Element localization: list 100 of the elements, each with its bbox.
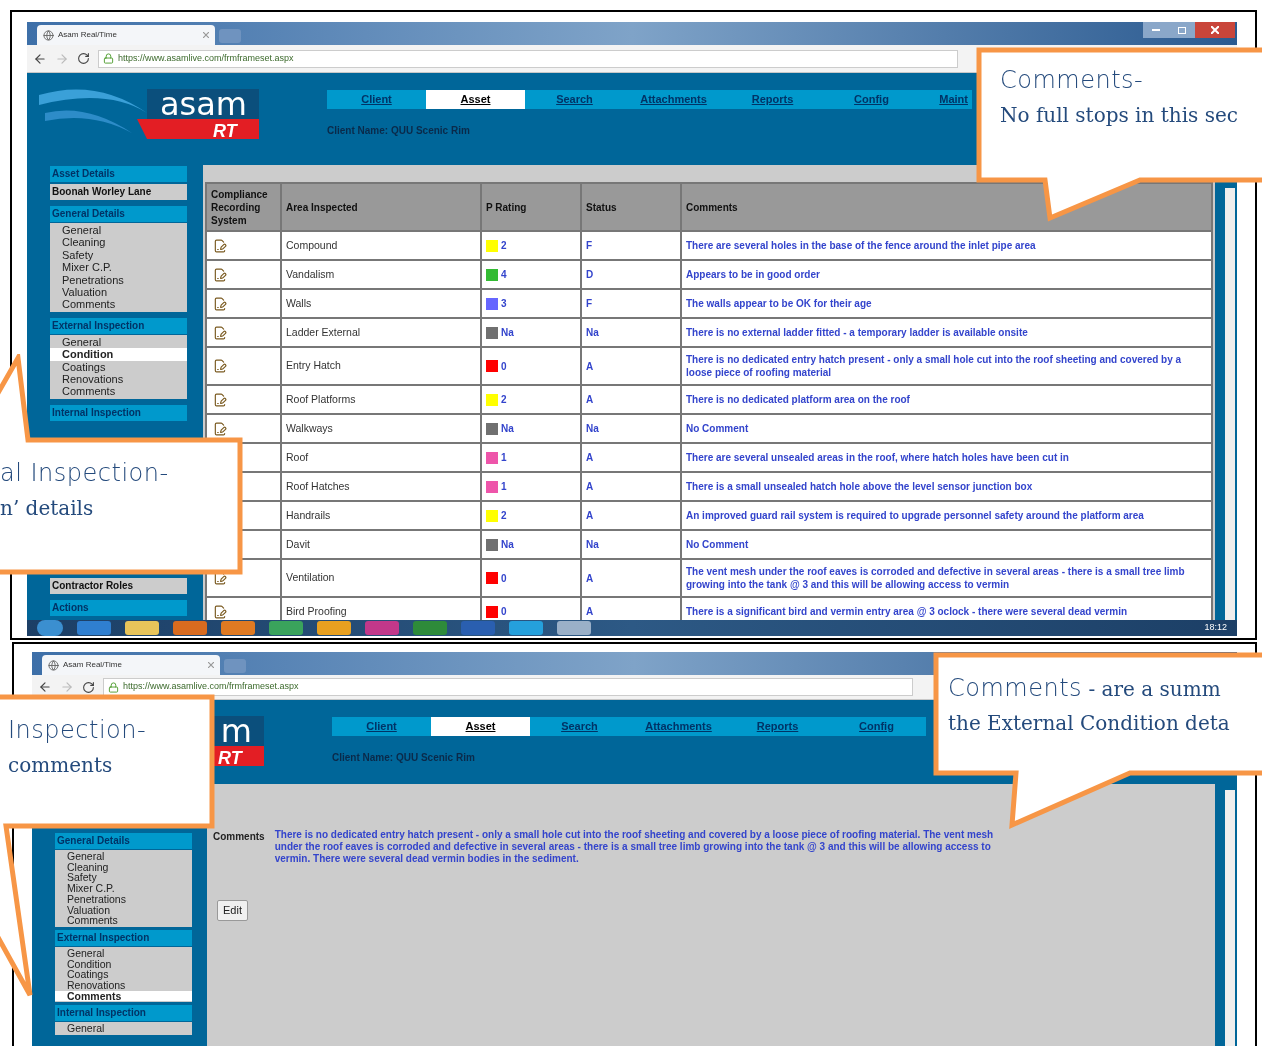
rating-value: 2 — [501, 509, 507, 523]
edit-button[interactable]: Edit — [217, 900, 248, 921]
close-icon[interactable] — [203, 32, 209, 38]
sidebar-link[interactable]: Coatings — [50, 360, 187, 374]
sidebar-link[interactable]: Comments — [55, 990, 192, 1002]
document-pencil-icon[interactable] — [213, 325, 227, 340]
sidebar-link[interactable]: General — [55, 1023, 192, 1035]
sidebar-link[interactable]: Cleaning — [50, 236, 187, 249]
app-icon[interactable] — [269, 621, 303, 635]
sidebar-section-header[interactable]: Asset Details — [50, 166, 187, 182]
minimize-button[interactable] — [1143, 22, 1169, 38]
nav-tab[interactable]: Config — [822, 90, 921, 109]
app-icon[interactable] — [509, 621, 543, 635]
maximize-button[interactable] — [1169, 22, 1195, 38]
sidebar-section-header[interactable]: External Inspection — [55, 929, 192, 946]
comment-cell: There is no dedicated platform area on the roof — [681, 385, 1212, 414]
sidebar-item[interactable]: Boonah Worley Lane — [50, 184, 187, 200]
sidebar-link[interactable]: Mixer C.P. — [50, 261, 187, 274]
globe-icon — [48, 659, 59, 671]
nav-tab[interactable]: Client — [327, 90, 426, 109]
app-icon[interactable] — [317, 621, 351, 635]
scrollbar[interactable] — [1225, 790, 1235, 1046]
sidebar-section-header[interactable]: Internal Inspection — [50, 404, 187, 421]
app-icon[interactable] — [173, 621, 207, 635]
forward-icon[interactable] — [60, 680, 74, 694]
comment-cell: An improved guard rail system is required to upgrade personnel safety around the platform area — [681, 501, 1212, 530]
address-field[interactable]: https://www.asamlive.com/frmframeset.aspx — [98, 49, 958, 68]
scrollbar[interactable] — [1225, 188, 1235, 620]
nav-tab[interactable]: Search — [525, 90, 624, 109]
sidebar-link[interactable]: Mixer C.P. — [55, 883, 192, 894]
nav-tab[interactable]: Asset — [431, 717, 530, 736]
sidebar-section-header[interactable]: Actions — [50, 600, 187, 616]
nav-tab[interactable]: Reports — [728, 717, 827, 736]
reload-icon[interactable] — [82, 680, 95, 694]
sidebar-link[interactable]: Valuation — [50, 286, 187, 299]
sidebar-link[interactable]: Renovations — [55, 980, 192, 991]
document-pencil-icon[interactable] — [213, 604, 227, 619]
reload-icon[interactable] — [77, 52, 90, 65]
sidebar-link[interactable]: General — [50, 224, 187, 237]
close-icon[interactable] — [208, 662, 214, 668]
forward-icon[interactable] — [55, 51, 69, 66]
sidebar-link[interactable]: Penetrations — [50, 273, 187, 287]
app-icon[interactable] — [365, 621, 399, 635]
nav-tab[interactable]: Reports — [723, 90, 822, 109]
sidebar-link[interactable]: Comments — [50, 298, 187, 311]
nav-tab[interactable]: Search — [530, 717, 629, 736]
app-icon[interactable] — [413, 621, 447, 635]
callout-text: n’ details — [0, 495, 94, 522]
nav-tab[interactable]: Attachments — [624, 90, 723, 109]
document-pencil-icon[interactable] — [213, 238, 227, 253]
sidebar-item[interactable]: Contractor Roles — [50, 578, 187, 594]
nav-tab[interactable]: Config — [827, 717, 926, 736]
address-field[interactable]: https://www.asamlive.com/frmframeset.aspx — [103, 678, 913, 696]
app-icon[interactable] — [77, 621, 111, 635]
nav-tab[interactable]: Maint — [921, 90, 972, 109]
callout-text: comments — [8, 752, 113, 779]
document-pencil-icon[interactable] — [213, 267, 227, 282]
table-cell: Entry Hatch — [281, 347, 481, 385]
sidebar-link[interactable]: Cleaning — [55, 861, 192, 873]
sidebar-link[interactable]: Coatings — [55, 969, 192, 981]
sidebar-link[interactable]: General — [55, 947, 192, 959]
sidebar-link[interactable]: Penetrations — [55, 893, 192, 905]
sidebar-link[interactable]: General — [55, 851, 192, 862]
sidebar-link[interactable]: Renovations — [50, 373, 187, 386]
callout-heading: al Inspection- — [0, 458, 169, 489]
document-pencil-icon[interactable] — [213, 392, 227, 407]
app-icon[interactable] — [125, 621, 159, 635]
app-icon[interactable] — [557, 621, 591, 635]
field-label: Comments — [213, 830, 265, 844]
comment-cell: There is no external ladder fitted - a temporary ladder is available onsite — [681, 318, 1212, 347]
start-icon[interactable] — [37, 620, 63, 636]
rating-value: 1 — [501, 451, 507, 465]
globe-icon — [43, 29, 54, 41]
document-pencil-icon[interactable] — [213, 421, 227, 436]
sidebar-section-header[interactable]: General Details — [50, 206, 187, 222]
back-icon[interactable] — [38, 680, 52, 694]
document-pencil-icon[interactable] — [213, 359, 227, 373]
close-icon — [1211, 26, 1219, 34]
browser-tab[interactable]: Asam Real/Time — [37, 25, 215, 45]
tab-title: Asam Real/Time — [58, 29, 118, 41]
sidebar-section-header[interactable]: General Details — [55, 833, 192, 849]
document-pencil-icon[interactable] — [213, 296, 227, 311]
sidebar-section-header[interactable]: External Inspection — [50, 317, 187, 334]
sidebar-link[interactable]: Valuation — [55, 904, 192, 916]
nav-tab[interactable]: Client — [332, 717, 431, 736]
sidebar-link[interactable]: General — [50, 335, 187, 349]
sidebar-link[interactable]: Condition — [50, 348, 187, 361]
sidebar-link[interactable]: Comments — [55, 915, 192, 926]
table-cell: Na — [581, 318, 681, 347]
sidebar-link[interactable]: Comments — [50, 385, 187, 398]
browser-tab[interactable]: Asam Real/Time — [42, 655, 220, 675]
close-button[interactable] — [1195, 22, 1235, 38]
sidebar-link[interactable]: Safety — [50, 248, 187, 262]
table-cell: A — [581, 347, 681, 385]
nav-tab[interactable]: Asset — [426, 90, 525, 109]
sidebar-link[interactable]: Safety — [55, 872, 192, 884]
sidebar-link[interactable]: Condition — [55, 958, 192, 970]
nav-tab[interactable]: Attachments — [629, 717, 728, 736]
back-icon[interactable] — [33, 51, 47, 66]
sidebar-section-header[interactable]: Internal Inspection — [55, 1005, 192, 1022]
